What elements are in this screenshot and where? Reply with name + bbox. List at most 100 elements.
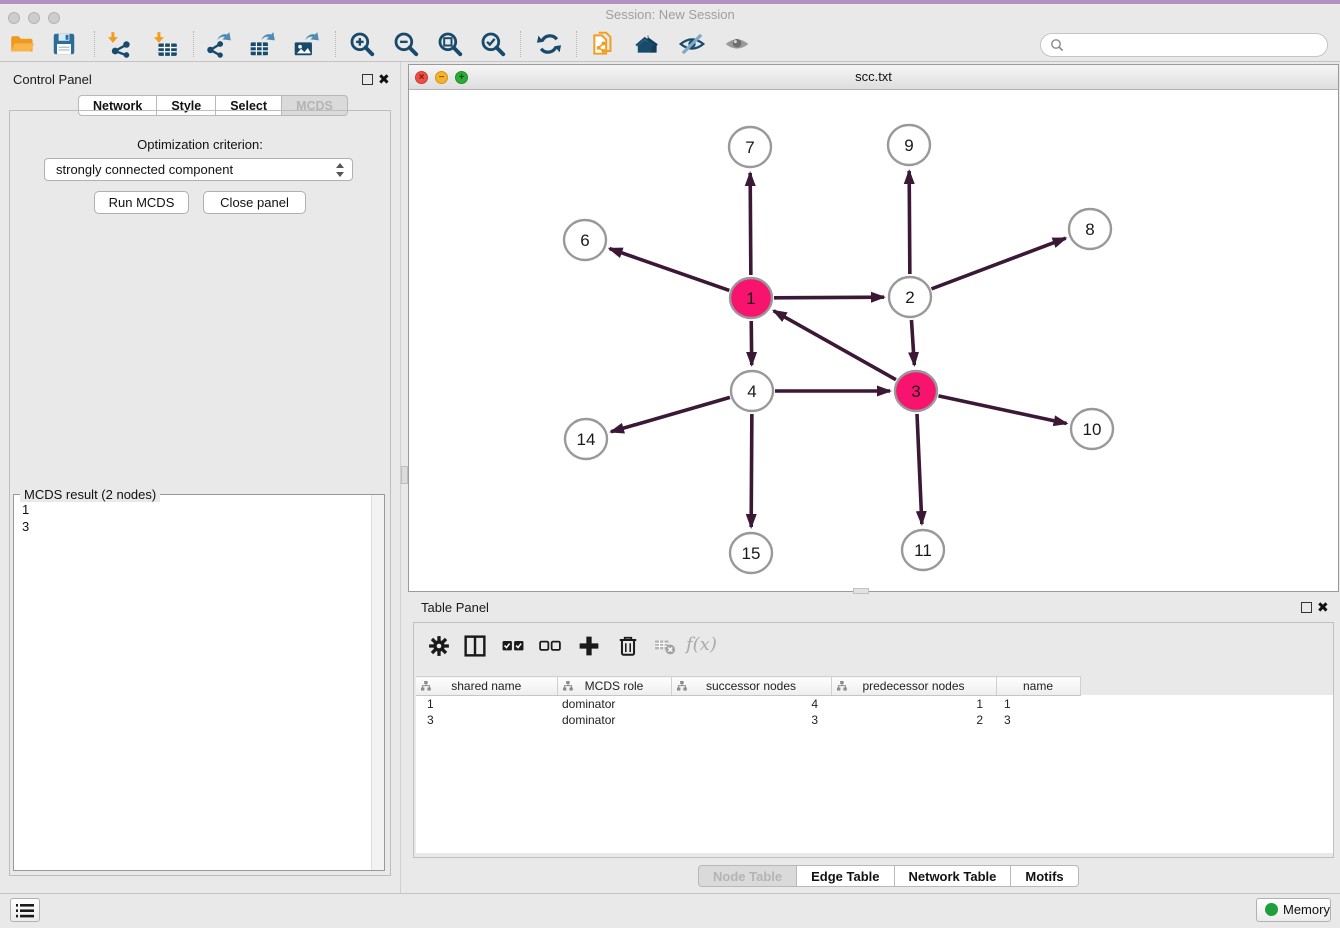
table-row[interactable]: 1 dominator 4 1 1: [416, 696, 1080, 713]
tab-motifs[interactable]: Motifs: [1011, 865, 1078, 887]
export-network-icon[interactable]: [204, 30, 232, 58]
toolbar-separator: [576, 31, 577, 57]
table-browser-tabs: Node Table Edge Table Network Table Moti…: [698, 865, 1079, 887]
table-row[interactable]: 3 dominator 3 2 3: [416, 712, 1080, 728]
graph-node-label: 8: [1085, 220, 1094, 239]
tab-edge-table[interactable]: Edge Table: [797, 865, 894, 887]
column-header-shared-name[interactable]: shared name: [416, 677, 557, 696]
zoom-out-icon[interactable]: [392, 30, 420, 58]
graph-edge-3-11[interactable]: [917, 414, 922, 524]
graph-edge-2-3[interactable]: [911, 320, 914, 365]
attribute-icon: [563, 681, 573, 691]
mcds-result-area[interactable]: 13: [13, 494, 385, 871]
task-history-button[interactable]: [10, 898, 40, 922]
graph-node-label: 7: [745, 138, 754, 157]
graph-node-label: 14: [577, 430, 596, 449]
mcds-result-title: MCDS result (2 nodes): [20, 487, 160, 502]
close-panel-button[interactable]: Close panel: [203, 191, 306, 214]
export-table-icon[interactable]: [248, 30, 276, 58]
open-session-icon[interactable]: [8, 30, 36, 58]
toolbar-separator: [335, 31, 336, 57]
delete-column-icon-disabled: [652, 633, 678, 659]
graph-node-2[interactable]: 2: [889, 277, 931, 317]
graph-node-label: 15: [742, 544, 761, 563]
graph-edge-4-14[interactable]: [611, 397, 730, 431]
column-header-predecessor-nodes[interactable]: predecessor nodes: [831, 677, 996, 696]
function-builder-icon-disabled: f(x): [686, 633, 712, 659]
graph-node-3[interactable]: 3: [895, 371, 937, 411]
graph-edge-3-10[interactable]: [938, 396, 1066, 424]
tab-node-table[interactable]: Node Table: [698, 865, 797, 887]
toolbar-separator: [520, 31, 521, 57]
network-canvas[interactable]: 7 9 6 8 1 2 4 3 14 10 15 11: [409, 90, 1338, 591]
graph-edge-3-1[interactable]: [774, 311, 896, 380]
graph-node-14[interactable]: 14: [565, 419, 607, 459]
graph-edge-1-2[interactable]: [774, 297, 884, 298]
column-header-name[interactable]: name: [996, 677, 1080, 696]
graph-node-1[interactable]: 1: [730, 278, 772, 318]
memory-button[interactable]: Memory: [1256, 898, 1331, 922]
attribute-icon: [837, 681, 847, 691]
control-panel-title: Control Panel: [13, 72, 92, 87]
dropdown-selected-value: strongly connected component: [56, 162, 233, 177]
graph-edge-1-6[interactable]: [610, 249, 730, 291]
import-table-icon[interactable]: [152, 30, 180, 58]
graph-edge-2-8[interactable]: [932, 238, 1066, 289]
network-window-title: scc.txt: [409, 69, 1338, 84]
graph-node-label: 1: [746, 289, 755, 308]
delete-rows-icon[interactable]: [615, 633, 641, 659]
tab-network-table[interactable]: Network Table: [895, 865, 1012, 887]
memory-status-icon: [1265, 903, 1278, 916]
graph-node-11[interactable]: 11: [902, 530, 944, 570]
node-table: shared name MCDS role successor nodes pr…: [416, 676, 1080, 728]
column-header-mcds-role[interactable]: MCDS role: [557, 677, 671, 696]
graph-node-4[interactable]: 4: [731, 371, 773, 411]
graph-node-6[interactable]: 6: [564, 220, 606, 260]
save-session-icon[interactable]: [50, 30, 78, 58]
graph-node-10[interactable]: 10: [1071, 409, 1113, 449]
status-bar: Memory: [0, 893, 1340, 926]
network-file-icon[interactable]: [590, 30, 618, 58]
graph-node-9[interactable]: 9: [888, 125, 930, 165]
column-header-successor-nodes[interactable]: successor nodes: [671, 677, 831, 696]
run-mcds-button[interactable]: Run MCDS: [94, 191, 189, 214]
panel-divider-grip[interactable]: [401, 466, 408, 484]
result-scrollbar[interactable]: [371, 495, 384, 870]
select-all-rows-icon[interactable]: [500, 633, 526, 659]
column-layout-icon[interactable]: [462, 633, 488, 659]
deselect-all-rows-icon[interactable]: [537, 633, 563, 659]
zoom-selected-icon[interactable]: [479, 30, 507, 58]
graph-node-label: 3: [911, 382, 920, 401]
zoom-in-icon[interactable]: [348, 30, 376, 58]
import-network-icon[interactable]: [106, 30, 134, 58]
refresh-icon[interactable]: [535, 30, 563, 58]
list-icon: [16, 903, 34, 919]
table-panel-title: Table Panel: [421, 600, 489, 615]
graph-node-15[interactable]: 15: [730, 533, 772, 573]
search-input[interactable]: [1069, 36, 1323, 56]
zoom-fit-icon[interactable]: [436, 30, 464, 58]
network-window-titlebar: × − + scc.txt: [409, 65, 1338, 90]
optimization-criterion-dropdown[interactable]: strongly connected component: [44, 158, 353, 181]
graph-edge-1-7[interactable]: [750, 173, 751, 275]
add-row-icon[interactable]: [576, 633, 602, 659]
network-graph: 7 9 6 8 1 2 4 3 14 10 15 11: [409, 90, 1338, 591]
export-image-icon[interactable]: [292, 30, 320, 58]
toolbar-separator: [94, 31, 95, 57]
table-panel-close-button[interactable]: ✖: [1317, 602, 1329, 613]
horizontal-divider-grip[interactable]: [853, 588, 869, 594]
table-panel-float-button[interactable]: [1301, 602, 1312, 613]
attribute-icon: [677, 681, 687, 691]
table-settings-icon[interactable]: [426, 633, 452, 659]
graph-node-8[interactable]: 8: [1069, 209, 1111, 249]
control-panel-float-button[interactable]: [362, 74, 373, 85]
graph-node-7[interactable]: 7: [729, 127, 771, 167]
first-neighbors-icon[interactable]: [634, 30, 662, 58]
graph-edge-2-9[interactable]: [909, 171, 910, 274]
hide-details-icon[interactable]: [678, 30, 706, 58]
show-details-icon[interactable]: [723, 30, 751, 58]
graph-node-label: 6: [580, 231, 589, 250]
attribute-icon: [421, 681, 431, 691]
graph-edge-4-15[interactable]: [751, 414, 752, 527]
control-panel-close-button[interactable]: ✖: [378, 74, 390, 85]
